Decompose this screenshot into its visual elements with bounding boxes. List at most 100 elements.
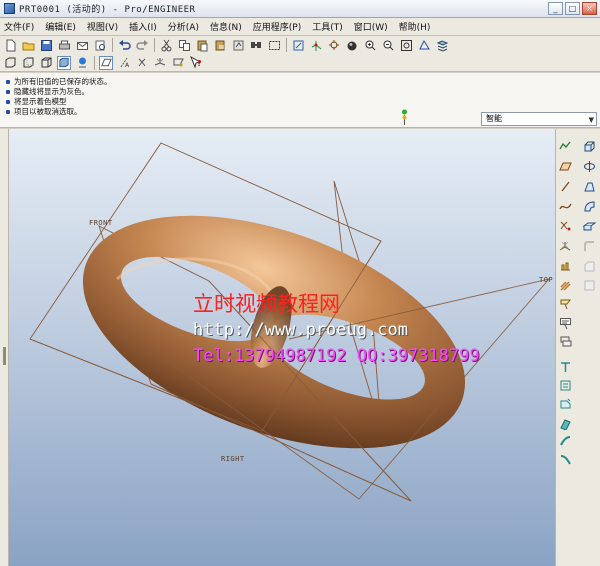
- blend-icon[interactable]: [583, 200, 596, 213]
- regeneration-status-icon[interactable]: [401, 109, 408, 125]
- select-box-icon[interactable]: [267, 38, 281, 52]
- trim-icon[interactable]: [559, 379, 572, 392]
- title-bar: PRT0001 (活动的) - Pro/ENGINEER _ □ ×: [0, 0, 600, 18]
- merge-icon[interactable]: [559, 361, 572, 374]
- message-line: 项目以被取消选取。: [6, 106, 82, 117]
- regenerate-icon[interactable]: [231, 38, 245, 52]
- find-icon[interactable]: [249, 38, 263, 52]
- toolbar-separator: [154, 38, 155, 52]
- email-icon[interactable]: [75, 38, 89, 52]
- paste-icon[interactable]: [195, 38, 209, 52]
- analysis-icon[interactable]: [559, 260, 572, 273]
- reorient-icon[interactable]: [417, 38, 431, 52]
- chamfer-icon[interactable]: [583, 260, 596, 273]
- menu-bar: 文件(F) 编辑(E) 视图(V) 插入(I) 分析(A) 信息(N) 应用程序…: [0, 18, 600, 36]
- annotation-toggle-icon[interactable]: [171, 56, 185, 70]
- datum-point-toggle-icon[interactable]: [135, 56, 149, 70]
- redo-icon[interactable]: [135, 38, 149, 52]
- extrude-icon[interactable]: [583, 140, 596, 153]
- menu-view[interactable]: 视图(V): [87, 20, 118, 33]
- refit-icon[interactable]: [399, 38, 413, 52]
- minimize-button[interactable]: _: [548, 2, 563, 15]
- hole-icon[interactable]: [582, 220, 597, 233]
- menu-info[interactable]: 信息(N): [210, 20, 242, 33]
- shade-icon[interactable]: [345, 38, 359, 52]
- menu-analysis[interactable]: 分析(A): [168, 20, 199, 33]
- menu-help[interactable]: 帮助(H): [399, 20, 431, 33]
- left-panel-grip[interactable]: [0, 129, 9, 566]
- menu-applications[interactable]: 应用程序(P): [253, 20, 301, 33]
- solidify-icon[interactable]: [559, 435, 572, 448]
- hidden-line-icon[interactable]: [21, 56, 35, 70]
- message-bullet: [6, 79, 10, 84]
- save-icon[interactable]: [39, 38, 53, 52]
- toolbar-separator: [94, 55, 95, 70]
- wireframe-icon[interactable]: [3, 56, 17, 70]
- csys-icon[interactable]: [559, 240, 572, 253]
- offset-icon[interactable]: [559, 397, 572, 410]
- warp-icon[interactable]: [559, 453, 572, 466]
- copy-icon[interactable]: [177, 38, 191, 52]
- datum-label-right[interactable]: RIGHT: [221, 455, 245, 463]
- csys-toggle-icon[interactable]: [153, 56, 167, 70]
- open-folder-icon[interactable]: [21, 38, 35, 52]
- selection-filter-value: 智能: [486, 114, 502, 123]
- main-toolbar: [0, 36, 600, 54]
- axis-icon[interactable]: [559, 180, 572, 193]
- pattern-icon[interactable]: [559, 317, 572, 330]
- maximize-button[interactable]: □: [565, 2, 580, 15]
- menu-tools[interactable]: 工具(T): [312, 20, 343, 33]
- rib-icon[interactable]: [583, 279, 596, 292]
- svg-text:A: A: [125, 62, 130, 69]
- new-file-icon[interactable]: [3, 38, 17, 52]
- datum-plane-toggle-icon[interactable]: [99, 55, 113, 70]
- undo-icon[interactable]: [117, 38, 131, 52]
- datum-label-top[interactable]: TOP: [539, 276, 553, 284]
- menu-insert[interactable]: 插入(I): [129, 20, 157, 33]
- revolve-icon[interactable]: [583, 160, 596, 173]
- plane-icon[interactable]: [559, 160, 572, 173]
- curve-icon[interactable]: [559, 200, 572, 213]
- zoom-in-icon[interactable]: [363, 38, 377, 52]
- svg-text:?: ?: [197, 59, 202, 68]
- message-text: 项目以被取消选取。: [14, 107, 82, 116]
- message-bullet: [6, 99, 10, 104]
- chevron-down-icon: ▼: [588, 116, 594, 124]
- point-icon[interactable]: [559, 220, 572, 233]
- saved-views-icon[interactable]: [435, 38, 449, 52]
- watermark-contact: Tel:13794987192 QQ:397318799: [193, 346, 480, 366]
- datum-display-icon[interactable]: [291, 38, 305, 52]
- axis-display-icon[interactable]: [309, 38, 323, 52]
- datum-axis-toggle-icon[interactable]: A: [117, 56, 131, 70]
- shading-icon[interactable]: [57, 55, 71, 70]
- view-toolbar: A ?: [0, 54, 600, 72]
- menu-window[interactable]: 窗口(W): [354, 20, 388, 33]
- print-icon[interactable]: [57, 38, 71, 52]
- paste-special-icon[interactable]: [213, 38, 227, 52]
- watermark-url: http://www.proeug.com: [193, 320, 408, 340]
- model-tree-icon[interactable]: [75, 56, 89, 70]
- window-title: PRT0001 (活动的) - Pro/ENGINEER: [19, 5, 196, 15]
- round-icon[interactable]: [583, 240, 596, 253]
- no-hidden-icon[interactable]: [39, 56, 53, 70]
- thicken-icon[interactable]: [559, 417, 572, 431]
- datum-label-front[interactable]: FRONT: [89, 219, 113, 227]
- zoom-out-icon[interactable]: [381, 38, 395, 52]
- cut-icon[interactable]: [159, 38, 173, 52]
- sweep-icon[interactable]: [583, 180, 596, 193]
- selection-filter-dropdown[interactable]: 智能 ▼: [481, 112, 597, 126]
- sketch-icon[interactable]: [559, 140, 572, 153]
- proe-app-icon: [4, 3, 15, 14]
- menu-file[interactable]: 文件(F): [4, 20, 34, 33]
- mirror-icon[interactable]: [559, 335, 572, 348]
- menu-edit[interactable]: 编辑(E): [45, 20, 76, 33]
- shell-icon[interactable]: [559, 279, 572, 292]
- context-help-icon[interactable]: ?: [189, 56, 203, 70]
- splitter-handle[interactable]: [3, 347, 6, 365]
- draft-icon[interactable]: [559, 297, 572, 310]
- message-bullet: [6, 109, 10, 114]
- point-display-icon[interactable]: [327, 38, 341, 52]
- print-preview-icon[interactable]: [93, 38, 107, 52]
- close-button[interactable]: ×: [582, 2, 597, 15]
- feature-toolbar: [555, 129, 600, 566]
